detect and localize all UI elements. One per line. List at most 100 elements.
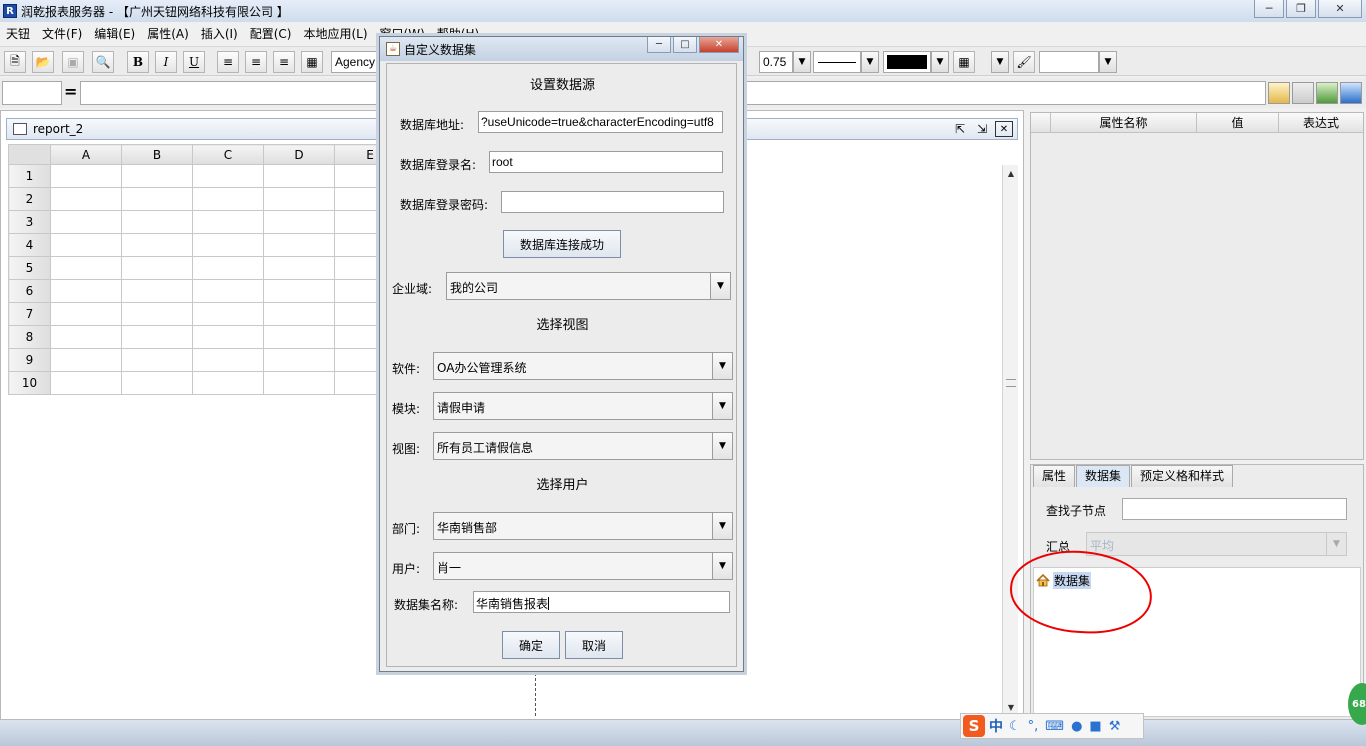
row-header[interactable]: 6: [8, 279, 51, 303]
workspace-vertical-scrollbar[interactable]: ▲ ▼: [1002, 165, 1018, 715]
row-header[interactable]: 8: [8, 325, 51, 349]
grid-cell[interactable]: [121, 371, 193, 395]
column-header[interactable]: B: [121, 144, 193, 165]
find-child-input[interactable]: [1122, 498, 1347, 520]
minimize-icon[interactable]: ─: [1254, 0, 1284, 18]
grid-cell[interactable]: [263, 325, 335, 349]
software-select[interactable]: OA办公管理系统 ▼: [433, 352, 733, 380]
menu-edit[interactable]: 编辑(E): [88, 25, 141, 42]
print-preview-icon[interactable]: 🔍: [92, 51, 114, 73]
menu-file[interactable]: 文件(F): [36, 25, 88, 42]
row-header[interactable]: 9: [8, 348, 51, 372]
grid-cell[interactable]: [50, 256, 122, 280]
grid-cell[interactable]: [192, 256, 264, 280]
grid-cell[interactable]: [263, 371, 335, 395]
row-header[interactable]: 7: [8, 302, 51, 326]
cell-reference-input[interactable]: [2, 81, 62, 105]
user-select[interactable]: 肖一 ▼: [433, 552, 733, 580]
fill-color-dropdown-icon[interactable]: ▼: [1099, 51, 1117, 73]
save-icon[interactable]: ▣: [62, 51, 84, 73]
grid-cell[interactable]: [50, 302, 122, 326]
line-style-dropdown-icon[interactable]: ▼: [861, 51, 879, 73]
bold-button[interactable]: B: [127, 51, 149, 73]
run-icon[interactable]: [1316, 82, 1338, 104]
grid-cell[interactable]: [121, 348, 193, 372]
close-icon[interactable]: ✕: [995, 121, 1013, 137]
summary-select[interactable]: 平均 ▼: [1086, 532, 1347, 556]
grid-cell[interactable]: [121, 233, 193, 257]
menu-config[interactable]: 配置(C): [244, 25, 298, 42]
grid-cell[interactable]: [263, 302, 335, 326]
grid-cell[interactable]: [50, 371, 122, 395]
ok-button[interactable]: 确定: [502, 631, 560, 659]
grid-cell[interactable]: [263, 164, 335, 188]
browser-icon[interactable]: [1340, 82, 1362, 104]
maximize-icon[interactable]: ⇲: [973, 121, 991, 137]
punctuation-icon[interactable]: °,: [1028, 719, 1039, 734]
open-folder-icon[interactable]: 📂: [32, 51, 54, 73]
wrench-icon[interactable]: ⚒: [1109, 719, 1121, 734]
column-header[interactable]: A: [50, 144, 122, 165]
column-header[interactable]: D: [263, 144, 335, 165]
grid-cell[interactable]: [192, 187, 264, 211]
restore-icon[interactable]: ❐: [1286, 0, 1316, 18]
menu-insert[interactable]: 插入(I): [195, 25, 244, 42]
row-header[interactable]: 1: [8, 164, 51, 188]
scroll-up-icon[interactable]: ▲: [1003, 165, 1019, 181]
close-icon[interactable]: ✕: [1318, 0, 1362, 18]
tab-predefined-styles[interactable]: 预定义格和样式: [1131, 465, 1234, 487]
grid-cell[interactable]: [192, 302, 264, 326]
grid-cell[interactable]: [263, 210, 335, 234]
grid-cell[interactable]: [192, 164, 264, 188]
row-header[interactable]: 4: [8, 233, 51, 257]
grid-cell[interactable]: [50, 279, 122, 303]
disabled-tool-icon[interactable]: [1292, 82, 1314, 104]
scroll-grip[interactable]: [1006, 379, 1016, 387]
keyboard-icon[interactable]: ⌨: [1045, 719, 1064, 734]
grid-cell[interactable]: [192, 371, 264, 395]
view-select[interactable]: 所有员工请假信息 ▼: [433, 432, 733, 460]
grid-cell[interactable]: [50, 233, 122, 257]
grid-cell[interactable]: [192, 325, 264, 349]
maximize-icon[interactable]: □: [673, 37, 697, 53]
cancel-button[interactable]: 取消: [565, 631, 623, 659]
grid-cell[interactable]: [192, 210, 264, 234]
wizard-icon[interactable]: [1268, 82, 1290, 104]
menu-attribute[interactable]: 属性(A): [141, 25, 195, 42]
italic-button[interactable]: I: [155, 51, 177, 73]
db-password-input[interactable]: [501, 191, 724, 213]
grid-cell[interactable]: [121, 302, 193, 326]
grid-cell[interactable]: [192, 348, 264, 372]
grid-cell[interactable]: [121, 256, 193, 280]
tab-dataset[interactable]: 数据集: [1076, 465, 1131, 487]
domain-select[interactable]: 我的公司 ▼: [446, 272, 731, 300]
db-user-input[interactable]: root: [489, 151, 723, 173]
grid-cell[interactable]: [121, 210, 193, 234]
menu-tianniu[interactable]: 天钮: [0, 25, 36, 42]
ime-mode[interactable]: 中: [989, 716, 1003, 736]
menu-local-apps[interactable]: 本地应用(L): [297, 25, 373, 42]
module-select[interactable]: 请假申请 ▼: [433, 392, 733, 420]
department-select[interactable]: 华南销售部 ▼: [433, 512, 733, 540]
grid-cell[interactable]: [263, 233, 335, 257]
prop-header-name[interactable]: 属性名称: [1051, 113, 1197, 132]
tab-properties[interactable]: 属性: [1033, 465, 1076, 487]
fill-color-field[interactable]: [1039, 51, 1099, 73]
border-color-field[interactable]: [883, 51, 931, 73]
new-file-icon[interactable]: 🗎: [4, 51, 26, 73]
shirt-icon[interactable]: ■: [1089, 719, 1101, 734]
font-name-field[interactable]: Agency: [331, 51, 379, 73]
grid-cell[interactable]: [121, 187, 193, 211]
grid-cell[interactable]: [50, 187, 122, 211]
grid-cell[interactable]: [50, 348, 122, 372]
grid-cell[interactable]: [263, 279, 335, 303]
border-dropdown-icon[interactable]: ▼: [991, 51, 1009, 73]
grid-cell[interactable]: [121, 164, 193, 188]
align-right-icon[interactable]: ≡: [273, 51, 295, 73]
close-icon[interactable]: ✕: [699, 37, 739, 53]
column-header[interactable]: C: [192, 144, 264, 165]
paint-icon[interactable]: 🖌: [1013, 51, 1035, 73]
row-header[interactable]: 10: [8, 371, 51, 395]
grid-cell[interactable]: [50, 210, 122, 234]
row-header[interactable]: 5: [8, 256, 51, 280]
